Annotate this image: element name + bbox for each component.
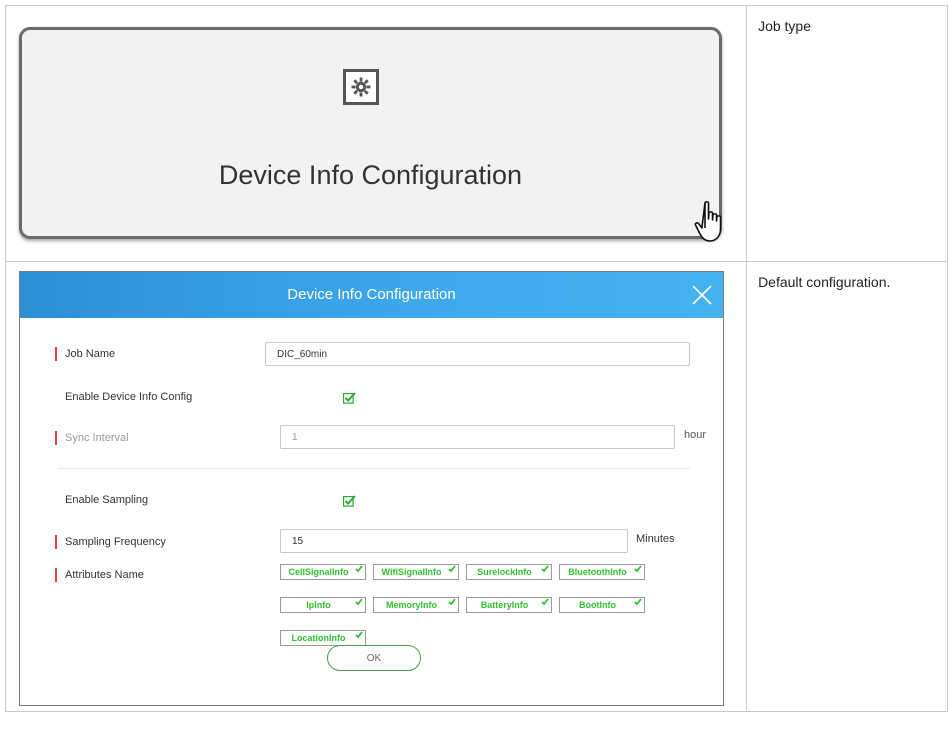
attribute-chip-label: BootInfo	[579, 600, 616, 610]
required-marker	[55, 568, 57, 582]
check-icon	[448, 598, 456, 606]
doc-table: Device Info Configuration Job type Devic…	[4, 5, 948, 712]
sampling-frequency-unit: Minutes	[636, 533, 675, 545]
attribute-chip-label: WifiSignalInfo	[381, 567, 442, 577]
attribute-chip-label: IpInfo	[306, 600, 331, 610]
enable-device-info-label: Enable Device Info Config	[65, 391, 193, 403]
attribute-chip-label: BluetoothInfo	[568, 567, 627, 577]
description-job-type: Job type	[758, 18, 811, 34]
enable-sampling-checkbox[interactable]	[343, 494, 356, 507]
attribute-chip-cellsignalinfo[interactable]: CellSignalInfo	[280, 564, 366, 580]
check-icon	[355, 598, 363, 606]
attributes-name-label: Attributes Name	[65, 569, 144, 581]
description-cell-default-config: Default configuration.	[746, 261, 948, 712]
attribute-chip-label: LocationInfo	[291, 633, 346, 643]
attribute-chip-locationinfo[interactable]: LocationInfo	[280, 630, 366, 646]
attribute-chip-label: BatteryInfo	[480, 600, 529, 610]
enable-device-info-checkbox[interactable]	[343, 391, 356, 404]
check-icon	[541, 598, 549, 606]
attribute-chip-bluetoothinfo[interactable]: BluetoothInfo	[559, 564, 645, 580]
tile-label: Device Info Configuration	[218, 160, 523, 190]
sync-interval-label: Sync Interval	[65, 432, 129, 444]
sync-interval-unit: hour	[684, 429, 707, 441]
dialog-header: Device Info Configuration	[20, 272, 723, 318]
required-marker	[55, 431, 57, 445]
check-icon	[634, 598, 642, 606]
attribute-chip-wifisignalinfo[interactable]: WifiSignalInfo	[373, 564, 459, 580]
ok-button[interactable]: OK	[327, 645, 421, 671]
screenshot-cell-default-config: Device Info Configuration Job Name DIC_6…	[4, 261, 748, 712]
attribute-chip-surelockinfo[interactable]: SurelockInfo	[466, 564, 552, 580]
enable-sampling-label: Enable Sampling	[65, 494, 149, 506]
sync-interval-input[interactable]: 1	[280, 425, 675, 449]
dialog-title: Device Info Configuration	[287, 286, 456, 303]
check-icon	[448, 565, 456, 573]
attribute-chip-ipinfo[interactable]: IpInfo	[280, 597, 366, 613]
attribute-chip-bootinfo[interactable]: BootInfo	[559, 597, 645, 613]
sampling-frequency-input[interactable]: 15	[280, 529, 628, 553]
hand-pointer-icon	[694, 200, 728, 249]
check-icon	[355, 565, 363, 573]
close-icon[interactable]	[691, 284, 713, 306]
screenshot-cell-job-type: Device Info Configuration	[4, 5, 748, 262]
section-divider	[58, 468, 690, 469]
attribute-chip-label: MemoryInfo	[385, 600, 437, 610]
check-icon	[634, 565, 642, 573]
attribute-chip-batteryinfo[interactable]: BatteryInfo	[466, 597, 552, 613]
job-type-tile[interactable]: Device Info Configuration	[19, 27, 722, 242]
job-name-input[interactable]: DIC_60min	[265, 342, 690, 366]
device-info-dialog: Device Info Configuration Job Name DIC_6…	[19, 271, 724, 706]
check-icon	[541, 565, 549, 573]
attribute-chip-memoryinfo[interactable]: MemoryInfo	[373, 597, 459, 613]
job-name-label: Job Name	[65, 348, 116, 360]
description-default-config: Default configuration.	[758, 274, 891, 290]
attribute-chip-label: CellSignalInfo	[288, 567, 349, 577]
gear-icon	[343, 69, 379, 105]
check-icon	[355, 631, 363, 639]
required-marker	[55, 347, 57, 361]
required-marker	[55, 535, 57, 549]
sampling-frequency-label: Sampling Frequency	[65, 536, 166, 548]
attribute-chip-label: SurelockInfo	[477, 567, 532, 577]
description-cell-job-type: Job type	[746, 5, 948, 262]
